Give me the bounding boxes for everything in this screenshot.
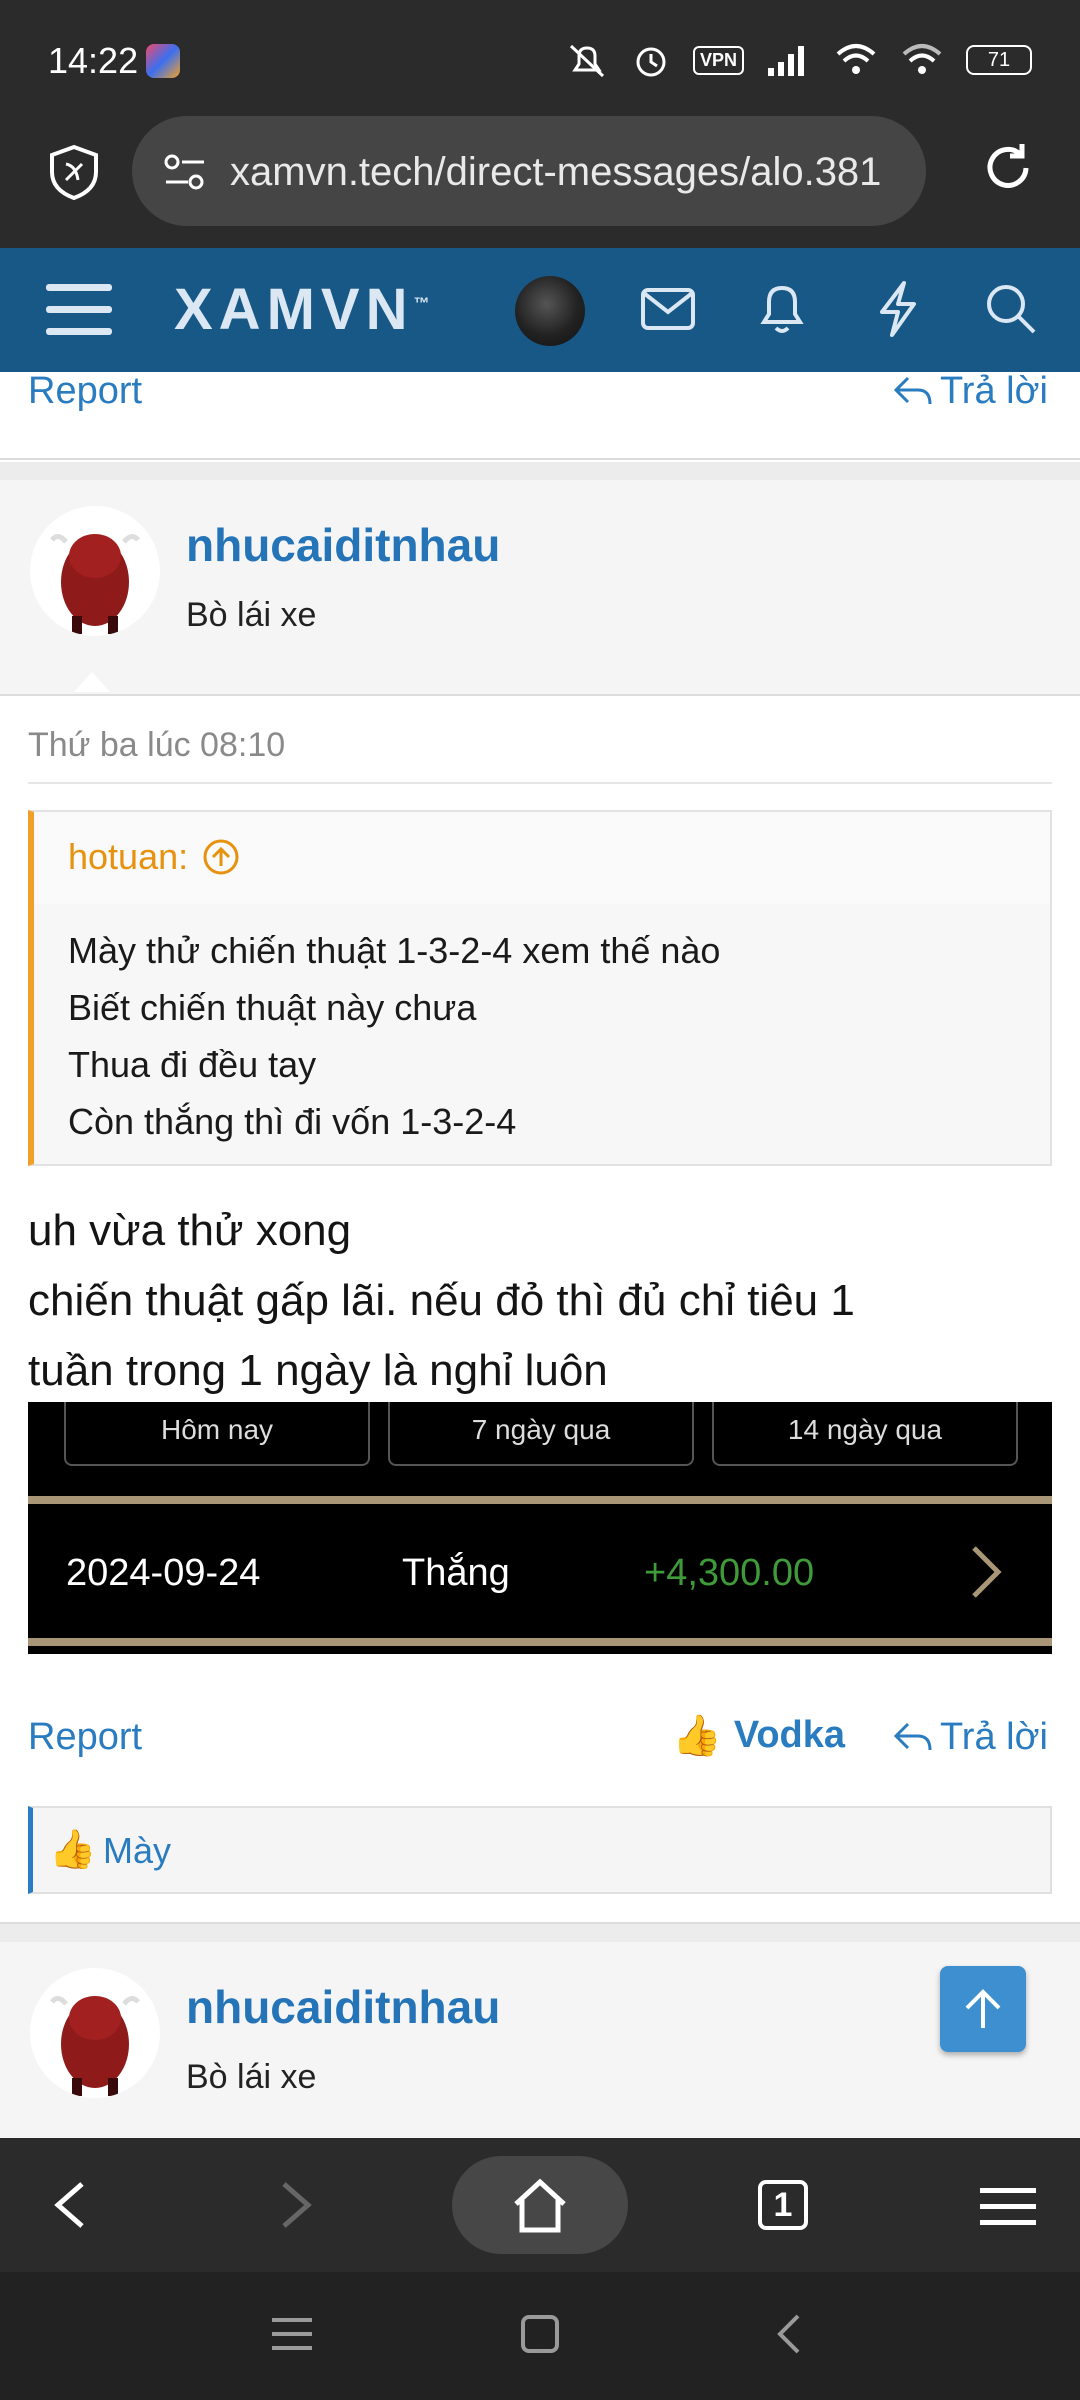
thumbs-up-icon: 👍	[49, 1829, 97, 1871]
reaction-user[interactable]: Mày	[103, 1830, 171, 1872]
vpn-icon: VPN	[692, 45, 744, 75]
signal-icon	[768, 46, 804, 76]
reload-icon[interactable]	[980, 140, 1036, 196]
quote-line: Còn thắng thì đi vốn 1-3-2-4	[68, 1101, 517, 1142]
alarm-icon	[636, 47, 666, 77]
home-icon	[514, 2178, 566, 2233]
bell-icon[interactable]	[758, 280, 806, 336]
search-icon[interactable]	[984, 282, 1038, 336]
forward-icon[interactable]	[276, 2180, 316, 2230]
recents-icon[interactable]	[272, 2316, 312, 2352]
quote-author[interactable]: hotuan:	[68, 836, 240, 878]
reply-link[interactable]: Trả lời	[892, 1716, 1048, 1759]
shield-icon[interactable]	[48, 144, 100, 200]
quote-line: Biết chiến thuật này chưa	[68, 987, 477, 1028]
reply-label: Trả lời	[940, 370, 1048, 412]
scroll-to-top-button[interactable]	[940, 1966, 1026, 2052]
home-button[interactable]	[452, 2156, 628, 2254]
tab-14-days: 14 ngày qua	[712, 1402, 1018, 1466]
like-button[interactable]: 👍 Vodka	[672, 1712, 845, 1759]
status-time: 14:22	[48, 40, 139, 81]
attached-screenshot[interactable]: Hôm nay 7 ngày qua 14 ngày qua 2024-09-2…	[28, 1402, 1052, 1654]
site-settings-icon[interactable]	[162, 152, 208, 192]
logo-text: XAMVN	[174, 277, 414, 342]
system-home-icon[interactable]	[520, 2314, 560, 2354]
lightning-icon[interactable]	[876, 280, 920, 338]
arrow-up-icon	[965, 1989, 1001, 2028]
user-arrow	[74, 672, 110, 692]
next-user-avatar[interactable]	[30, 1968, 160, 2098]
post-user-block	[0, 480, 1080, 696]
reply-icon	[893, 376, 932, 404]
quote-text: Mày thử chiến thuật 1-3-2-4 xem thế nào …	[68, 922, 720, 1150]
post-gap	[0, 462, 1080, 480]
app-notification-icon	[146, 44, 180, 78]
mute-bell-icon	[569, 44, 605, 78]
quote-block: hotuan: Mày thử chiến thuật 1-3-2-4 xem …	[28, 810, 1052, 1166]
post-body-line: tuần trong 1 ngày là nghỉ luôn	[28, 1346, 608, 1395]
report-link-prev[interactable]: Report	[28, 370, 142, 413]
reply-icon	[893, 1722, 932, 1750]
report-link[interactable]: Report	[28, 1716, 142, 1759]
wifi-2-icon	[902, 44, 942, 74]
quote-line: Mày thử chiến thuật 1-3-2-4 xem thế nào	[68, 930, 721, 971]
post-timestamp[interactable]: Thứ ba lúc 08:10	[28, 726, 285, 765]
post-user-title: Bò lái xe	[186, 596, 317, 634]
jump-up-icon[interactable]	[202, 838, 240, 876]
result-status: Thắng	[402, 1552, 510, 1594]
result-amount: +4,300.00	[644, 1552, 815, 1594]
post-gap	[0, 1924, 1080, 1942]
reply-link-prev[interactable]: Trả lời	[892, 370, 1048, 413]
chevron-right-icon	[972, 1546, 1002, 1598]
gold-divider	[28, 1496, 1052, 1504]
post-body: uh vừa thử xong chiến thuật gấp lãi. nếu…	[28, 1196, 1052, 1406]
reply-label: Trả lời	[940, 1716, 1048, 1758]
post-divider	[28, 782, 1052, 784]
quote-author-name: hotuan:	[68, 836, 189, 877]
inbox-icon[interactable]	[640, 286, 696, 332]
next-post-user-block	[0, 1942, 1080, 2158]
battery-icon: 71	[966, 45, 1032, 75]
back-icon[interactable]	[50, 2180, 90, 2230]
status-bar: 14:22 VPN 71	[0, 0, 1080, 120]
divider	[0, 458, 1080, 460]
post-body-line: chiến thuật gấp lãi. nếu đỏ thì đủ chỉ t…	[28, 1276, 855, 1325]
status-icons: VPN 71	[565, 40, 1032, 80]
next-post-user-title: Bò lái xe	[186, 2058, 317, 2096]
user-avatar[interactable]	[30, 506, 160, 636]
reactions-bar[interactable]: 👍 Mày	[28, 1806, 1052, 1894]
tab-today: Hôm nay	[64, 1402, 370, 1466]
post-body-line: uh vừa thử xong	[28, 1206, 352, 1255]
result-date: 2024-09-24	[66, 1552, 261, 1594]
browser-menu-icon[interactable]	[980, 2186, 1036, 2226]
thumbs-up-icon: 👍	[672, 1714, 722, 1758]
site-logo[interactable]: XAMVN™	[174, 276, 429, 343]
tabs-button[interactable]: 1	[758, 2180, 808, 2230]
quote-line: Thua đi đều tay	[68, 1044, 317, 1085]
like-label: Vodka	[733, 1714, 846, 1756]
system-back-icon[interactable]	[774, 2312, 804, 2356]
logo-tm: ™	[413, 295, 430, 313]
post-username[interactable]: nhucaiditnhau	[186, 518, 500, 572]
bull-avatar-icon	[50, 534, 140, 634]
menu-icon[interactable]	[46, 282, 112, 338]
account-avatar[interactable]	[515, 276, 585, 346]
next-post-username[interactable]: nhucaiditnhau	[186, 1980, 500, 2034]
bull-avatar-icon	[50, 1996, 140, 2096]
gold-divider	[28, 1638, 1052, 1646]
url-text[interactable]: xamvn.tech/direct-messages/alo.381	[230, 150, 900, 195]
wifi-icon	[836, 44, 876, 74]
tab-7-days: 7 ngày qua	[388, 1402, 694, 1466]
